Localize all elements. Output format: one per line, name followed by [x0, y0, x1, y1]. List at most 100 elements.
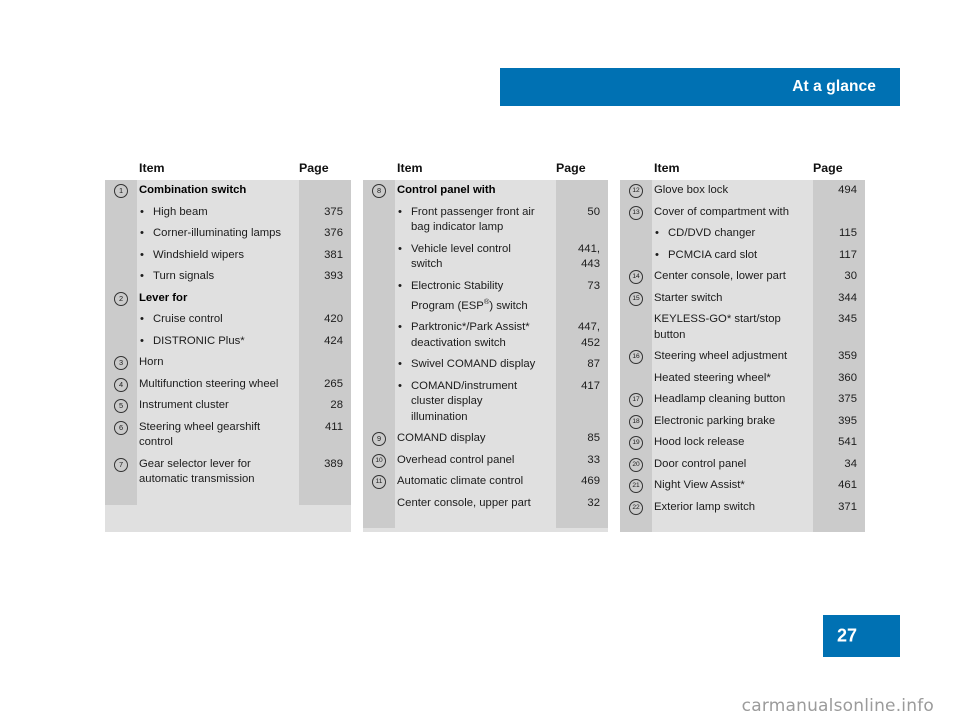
- row-item-label: • Front passenger front air bag indicator…: [398, 205, 535, 234]
- bullet-icon: •: [140, 205, 144, 218]
- bullet-icon: •: [398, 321, 402, 334]
- row-item-label: Multifunction steering wheel: [139, 377, 279, 390]
- table-row: 22 Exterior lamp switch 371: [620, 497, 865, 519]
- table-row: 4 Multifunction steering wheel 265: [105, 374, 351, 396]
- column-header-item: Item: [654, 160, 680, 175]
- legend-table-1: Item Page 1 Combination switch • High beam 3…: [105, 155, 351, 532]
- row-page-number: 381: [324, 248, 343, 261]
- circled-number-badge: 8: [372, 184, 386, 198]
- row-page-number: 50: [587, 205, 600, 218]
- table-row: 14 Center console, lower part 30: [620, 266, 865, 288]
- table-row: 2 Lever for: [105, 288, 351, 310]
- row-item-label: Center console, upper part: [397, 496, 531, 509]
- row-index-gutter: [363, 317, 395, 321]
- table-row: Heated steering wheel* 360: [620, 368, 865, 390]
- row-item-label: • Vehicle level control switch: [398, 242, 511, 271]
- table-row: KEYLESS-GO* start/stop button 345: [620, 309, 865, 346]
- row-index-gutter: [620, 309, 652, 313]
- row-index-gutter: [363, 354, 395, 358]
- circled-number-badge: 13: [629, 205, 643, 220]
- table-row: 16 Steering wheel adjustment 359: [620, 346, 865, 368]
- bullet-icon: •: [398, 205, 402, 218]
- row-index-gutter: 14: [620, 266, 652, 284]
- row-item-label: • Swivel COMAND display: [395, 354, 548, 376]
- bullet-icon: •: [398, 279, 402, 292]
- row-item-label: Glove box lock: [654, 184, 729, 196]
- table-row: • PCMCIA card slot 117: [620, 245, 865, 267]
- table-row: Center console, upper part 32: [363, 493, 608, 515]
- row-index-gutter: [620, 368, 652, 372]
- row-item-label: Night View Assist*: [654, 479, 745, 491]
- row-item-label: Automatic climate control: [397, 475, 524, 488]
- column-header-page: Page: [556, 160, 586, 175]
- rows-host: 1 Combination switch • High beam 375 • Corner-…: [105, 180, 351, 491]
- row-item-label: Exterior lamp switch: [654, 500, 756, 513]
- row-index-gutter: [105, 202, 137, 206]
- row-page-number: 371: [838, 500, 857, 513]
- row-item-label: KEYLESS-GO* start/stop button: [654, 313, 781, 341]
- table-row: • Vehicle level control switch 441, 443: [363, 239, 608, 276]
- row-page-number: 87: [587, 358, 600, 371]
- table-header-row: Item Page: [363, 155, 608, 180]
- row-page-number: 117: [838, 248, 857, 261]
- row-index-gutter: [105, 331, 137, 335]
- row-page-number: 389: [324, 457, 343, 470]
- row-item-label: • COMAND/instrument cluster display illum…: [398, 379, 518, 423]
- column-header-page: Page: [299, 160, 329, 175]
- row-page-number: 32: [587, 496, 600, 509]
- row-page-number: 417: [581, 379, 600, 392]
- row-page-number: [291, 288, 351, 294]
- circled-number-badge: 5: [114, 399, 128, 413]
- table-row: • CD/DVD changer 115: [620, 223, 865, 245]
- row-item-label: COMAND display: [397, 432, 486, 445]
- row-index-gutter: 1: [105, 180, 137, 198]
- bullet-icon: •: [140, 227, 144, 239]
- table-body: 12 Glove box lock 494 13 Cover of compartmen…: [620, 180, 865, 532]
- table-row: 19 Hood lock release 541: [620, 432, 865, 454]
- row-page-number: 30: [844, 270, 857, 282]
- table-row: 17 Headlamp cleaning button 375: [620, 389, 865, 411]
- bullet-icon: •: [398, 358, 402, 371]
- table-row: 1 Combination switch: [105, 180, 351, 202]
- circled-number-badge: 16: [629, 350, 643, 364]
- row-index-gutter: [105, 245, 137, 249]
- circled-number-badge: 18: [629, 414, 643, 429]
- row-item-label: • Parktronic*/Park Assist* deactivation s…: [398, 321, 530, 349]
- row-index-gutter: 18: [620, 411, 652, 429]
- table-row: 11 Automatic climate control 469: [363, 471, 608, 493]
- row-item-label: Overhead control panel: [397, 453, 515, 466]
- row-item-label: Control panel with: [397, 184, 496, 196]
- table-row: 15 Starter switch 344: [620, 288, 865, 310]
- row-page-number: [291, 352, 351, 358]
- row-index-gutter: [363, 202, 395, 206]
- row-index-gutter: 13: [620, 202, 652, 220]
- row-index-gutter: [363, 493, 395, 497]
- page-title: At a glance: [792, 78, 876, 95]
- row-index-gutter: 17: [620, 389, 652, 407]
- row-page-number: [291, 180, 351, 186]
- table-header-row: Item Page: [620, 155, 865, 180]
- row-index-gutter: [363, 276, 395, 280]
- circled-number-badge: 9: [372, 432, 386, 447]
- bullet-icon: •: [140, 334, 144, 347]
- circled-number-badge: 12: [629, 184, 643, 198]
- row-item-label: Starter switch: [654, 291, 723, 304]
- table-row: 12 Glove box lock 494: [620, 180, 865, 202]
- row-page-number: 34: [844, 457, 857, 470]
- circled-number-badge: 20: [629, 457, 643, 472]
- table-row: • Front passenger front air bag indicator…: [363, 202, 608, 239]
- row-item-label: • High beam: [137, 202, 291, 224]
- row-page-number: 73: [587, 279, 600, 292]
- row-page-number: 33: [587, 453, 600, 466]
- row-item-label: Horn: [139, 356, 164, 368]
- row-item-label: Electronic parking brake: [654, 414, 776, 427]
- row-index-gutter: 12: [620, 180, 652, 198]
- bullet-icon: •: [140, 248, 144, 261]
- circled-number-badge: 17: [629, 393, 643, 407]
- row-page-number: 85: [587, 432, 600, 445]
- circled-number-badge: 22: [629, 500, 643, 515]
- circled-number-badge: 15: [629, 291, 643, 306]
- table-row: • Electronic Stability Program (ESP®) swi…: [363, 276, 608, 318]
- circled-number-badge: 4: [114, 377, 128, 392]
- row-index-gutter: 20: [620, 454, 652, 472]
